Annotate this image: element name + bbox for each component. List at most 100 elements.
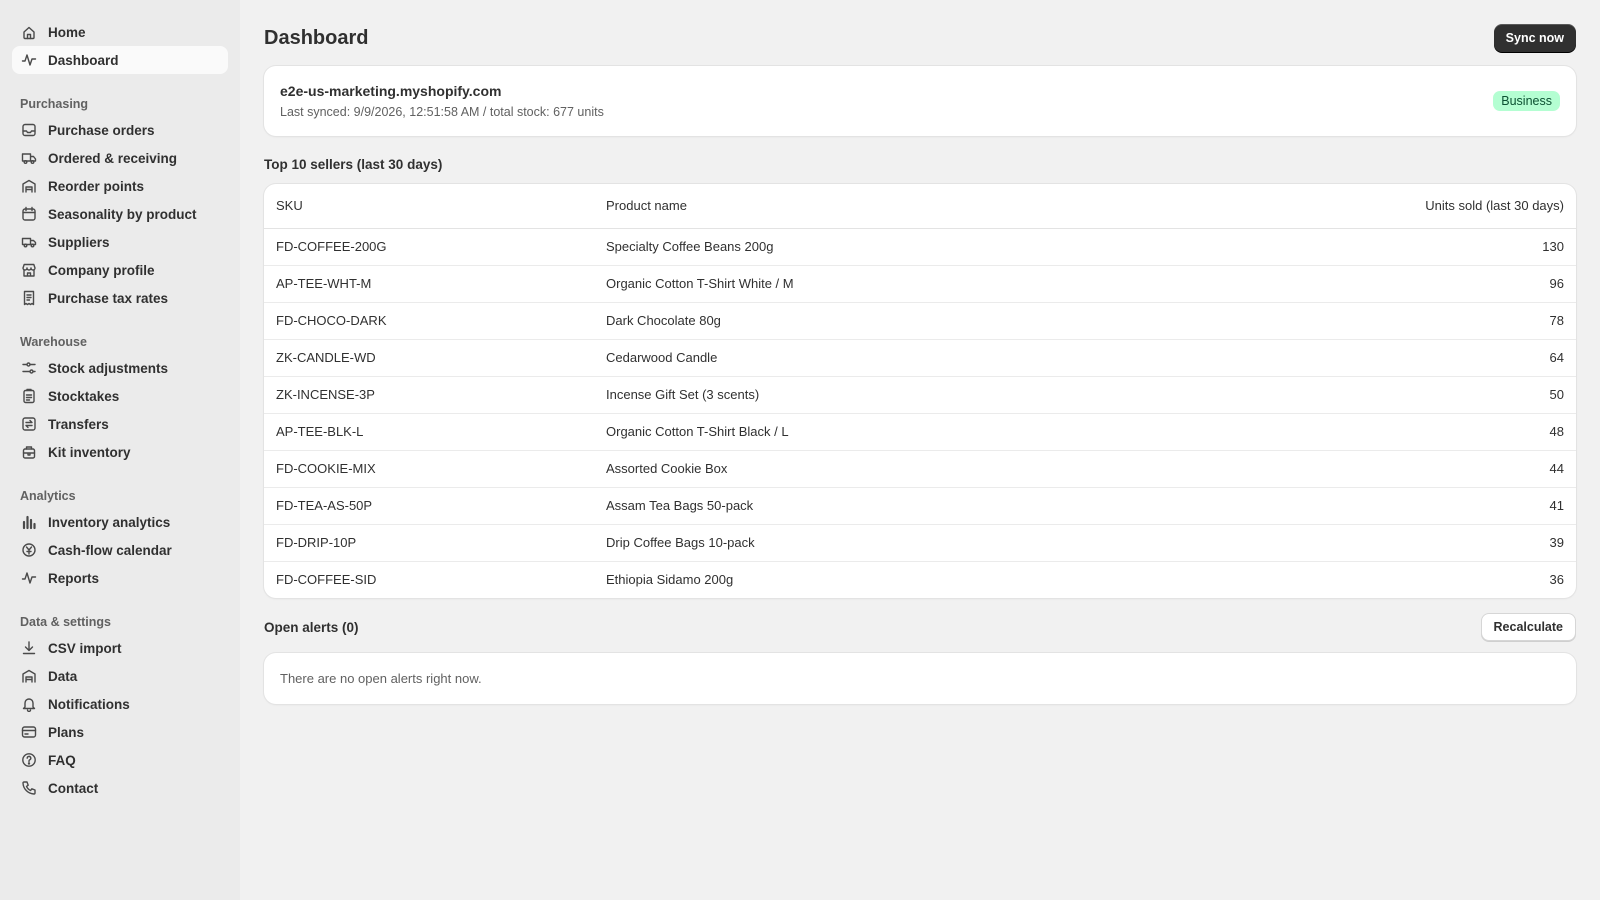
sidebar-item-label: Company profile — [48, 262, 155, 278]
open-alerts-title: Open alerts (0) — [264, 619, 359, 635]
sku-cell: FD-TEA-AS-50P — [264, 487, 594, 525]
page-header: Dashboard Sync now — [264, 22, 1576, 54]
sidebar-item-label: Inventory analytics — [48, 514, 171, 530]
sidebar-item-label: Seasonality by product — [48, 206, 197, 222]
store-sync-meta: Last synced: 9/9/2026, 12:51:58 AM / tot… — [280, 105, 604, 119]
sku-cell: FD-CHOCO-DARK — [264, 302, 594, 340]
units-sold-cell: 36 — [1549, 572, 1564, 588]
warehouse-icon — [20, 177, 38, 195]
sidebar-item-data[interactable]: Data — [12, 662, 228, 690]
sidebar-item-seasonality-by-product[interactable]: Seasonality by product — [12, 200, 228, 228]
sku-cell: FD-COFFEE-SID — [276, 572, 377, 588]
sidebar-item-transfers[interactable]: Transfers — [12, 410, 228, 438]
sku-cell: FD-DRIP-10P — [264, 524, 594, 562]
sync-now-button[interactable]: Sync now — [1493, 24, 1576, 52]
alerts-empty-message: There are no open alerts right now. — [280, 671, 482, 686]
sidebar-section-data-and-settings: Data & settings CSV import Data Notificatio… — [12, 612, 228, 802]
sidebar-item-ordered-and-receiving[interactable]: Ordered & receiving — [12, 144, 228, 172]
sidebar-item-stock-adjustments[interactable]: Stock adjustments — [12, 354, 228, 382]
sidebar-section-title: Purchasing — [20, 97, 89, 111]
sidebar-item-home[interactable]: Home — [12, 18, 228, 46]
product-name-cell: Incense Gift Set (3 scents) — [594, 376, 1150, 414]
pulse-icon — [20, 569, 38, 587]
units-sold-cell: 41 — [1149, 487, 1576, 525]
alerts-header: Open alerts (0) Recalculate — [264, 613, 1576, 641]
sidebar-item-suppliers[interactable]: Suppliers — [12, 228, 228, 256]
sidebar-item-plans[interactable]: Plans — [12, 718, 228, 746]
sidebar-item-faq[interactable]: FAQ — [12, 746, 228, 774]
sidebar-section-warehouse: Warehouse Stock adjustments Stocktakes Tran… — [12, 332, 228, 466]
top-sellers-table-card: SKU Product name Units sold (last 30 day… — [264, 184, 1576, 598]
sidebar-item-label: Plans — [48, 724, 85, 740]
phone-icon — [20, 779, 38, 797]
sidebar-section-purchasing: Purchasing Purchase orders Ordered & recei… — [12, 94, 228, 312]
sidebar-item-label: Reorder points — [48, 178, 145, 194]
table-row: ZK-INCENSE-3P Incense Gift Set (3 scents)… — [264, 376, 1576, 414]
sidebar-item-cash-flow-calendar[interactable]: Cash-flow calendar — [12, 536, 228, 564]
sidebar-item-label: Suppliers — [48, 234, 110, 250]
sku-cell: AP-TEE-BLK-L — [264, 413, 594, 451]
sidebar-section-title: Data & settings — [20, 615, 111, 629]
sidebar-item-company-profile[interactable]: Company profile — [12, 256, 228, 284]
units-sold-cell: 50 — [1149, 376, 1576, 414]
sidebar-item-label: Ordered & receiving — [48, 150, 178, 166]
sku-cell: FD-COFFEE-200G — [264, 228, 594, 266]
store-info: e2e-us-marketing.myshopify.com Last sync… — [280, 83, 604, 119]
sidebar-item-stocktakes[interactable]: Stocktakes — [12, 382, 228, 410]
product-name-cell: Assam Tea Bags 50-pack — [594, 487, 1150, 525]
store-icon — [20, 261, 38, 279]
sidebar-item-label: Notifications — [48, 696, 130, 712]
sidebar-item-label: FAQ — [48, 752, 76, 768]
sidebar-sections: Purchasing Purchase orders Ordered & recei… — [12, 94, 228, 802]
sidebar-item-label: CSV import — [48, 640, 122, 656]
database-icon — [20, 667, 38, 685]
table-row: FD-COOKIE-MIX Assorted Cookie Box 44 — [264, 450, 1576, 488]
sidebar-item-label: Dashboard — [48, 52, 119, 68]
sidebar-item-label: Contact — [48, 780, 99, 796]
table-row: FD-COFFEE-200G Specialty Coffee Beans 200… — [264, 228, 1576, 266]
sliders-icon — [20, 359, 38, 377]
table-row: FD-CHOCO-DARK Dark Chocolate 80g 78 — [264, 302, 1576, 340]
sidebar-item-kit-inventory[interactable]: Kit inventory — [12, 438, 228, 466]
recalculate-button[interactable]: Recalculate — [1480, 613, 1576, 641]
product-name-cell: Organic Cotton T-Shirt White / M — [594, 265, 1150, 303]
sidebar-item-label: Purchase orders — [48, 122, 155, 138]
product-name-cell: Ethiopia Sidamo 200g — [606, 572, 734, 588]
table-row: FD-TEA-AS-50P Assam Tea Bags 50-pack 41 — [264, 487, 1576, 525]
sidebar-item-purchase-tax-rates[interactable]: Purchase tax rates — [12, 284, 228, 312]
transfer-icon — [20, 415, 38, 433]
sidebar-section-title: Analytics — [20, 489, 76, 503]
sidebar-item-purchase-orders[interactable]: Purchase orders — [12, 116, 228, 144]
sidebar-item-label: Data — [48, 668, 78, 684]
units-sold-cell: 130 — [1149, 228, 1576, 266]
credit-card-icon — [20, 723, 38, 741]
product-name-cell: Drip Coffee Bags 10-pack — [594, 524, 1150, 562]
sidebar: Home Dashboard Purchasing Purchase orders O… — [0, 0, 240, 900]
receipt-icon — [20, 289, 38, 307]
product-name-cell: Assorted Cookie Box — [594, 450, 1150, 488]
sidebar-item-notifications[interactable]: Notifications — [12, 690, 228, 718]
sku-cell: FD-COOKIE-MIX — [264, 450, 594, 488]
sidebar-section-title: Warehouse — [20, 335, 87, 349]
units-sold-cell: 48 — [1149, 413, 1576, 451]
sidebar-item-label: Stocktakes — [48, 388, 120, 404]
sidebar-item-contact[interactable]: Contact — [12, 774, 228, 802]
product-name-cell: Organic Cotton T-Shirt Black / L — [594, 413, 1150, 451]
sidebar-item-csv-import[interactable]: CSV import — [12, 634, 228, 662]
sidebar-item-inventory-analytics[interactable]: Inventory analytics — [12, 508, 228, 536]
units-sold-cell: 78 — [1149, 302, 1576, 340]
table-row: ZK-CANDLE-WD Cedarwood Candle 64 — [264, 339, 1576, 377]
sidebar-item-label: Kit inventory — [48, 444, 131, 460]
column-header-units-sold: Units sold (last 30 days) — [1149, 184, 1576, 229]
units-sold-cell: 39 — [1149, 524, 1576, 562]
units-sold-cell: 64 — [1149, 339, 1576, 377]
sidebar-item-dashboard[interactable]: Dashboard — [12, 46, 228, 74]
sidebar-item-reorder-points[interactable]: Reorder points — [12, 172, 228, 200]
product-name-cell: Specialty Coffee Beans 200g — [594, 228, 1150, 266]
product-name-cell: Cedarwood Candle — [594, 339, 1150, 377]
sidebar-item-label: Home — [48, 24, 86, 40]
sidebar-item-reports[interactable]: Reports — [12, 564, 228, 592]
currency-icon — [20, 541, 38, 559]
column-header-product-name: Product name — [594, 184, 1150, 229]
product-name-cell: Dark Chocolate 80g — [594, 302, 1150, 340]
